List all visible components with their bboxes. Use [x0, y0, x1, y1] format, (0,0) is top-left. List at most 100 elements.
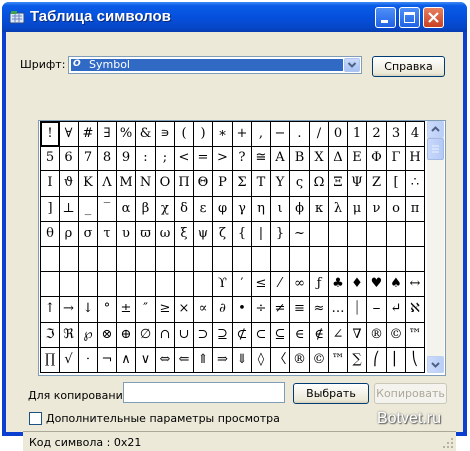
- symbol-cell[interactable]: ⇐: [175, 348, 194, 373]
- symbol-cell[interactable]: 5: [40, 146, 60, 171]
- symbol-cell[interactable]: ≡: [290, 297, 310, 323]
- symbol-cell[interactable]: [194, 272, 213, 297]
- symbol-cell[interactable]: ⊄: [233, 323, 252, 348]
- symbol-cell[interactable]: ↑: [40, 297, 60, 323]
- symbol-cell[interactable]: ∪: [175, 323, 194, 348]
- symbol-cell[interactable]: ≠: [271, 297, 290, 323]
- symbol-cell[interactable]: 〈: [271, 348, 290, 373]
- symbol-cell[interactable]: Ν: [136, 171, 156, 197]
- symbol-cell[interactable]: ⇑: [194, 348, 213, 373]
- symbol-cell[interactable]: ;: [156, 146, 175, 171]
- symbol-cell[interactable]: [40, 272, 60, 297]
- symbol-cell[interactable]: ′: [233, 272, 252, 297]
- symbol-cell[interactable]: ©: [310, 348, 329, 373]
- symbol-cell[interactable]: ↓: [79, 297, 98, 323]
- symbol-cell[interactable]: [367, 222, 387, 247]
- symbol-cell[interactable]: %: [117, 121, 136, 147]
- symbol-cell[interactable]: ⇔: [156, 348, 175, 373]
- symbol-cell[interactable]: ∗: [213, 121, 233, 147]
- symbol-cell[interactable]: [367, 247, 387, 272]
- symbol-cell[interactable]: ∇: [348, 323, 367, 348]
- symbol-cell[interactable]: ∍: [156, 121, 175, 147]
- symbol-cell[interactable]: Α: [271, 146, 290, 171]
- symbol-cell[interactable]: [98, 247, 117, 272]
- close-button[interactable]: [423, 7, 444, 28]
- symbol-cell[interactable]: [: [387, 171, 406, 197]
- symbol-cell[interactable]: &: [136, 121, 156, 147]
- symbol-cell[interactable]: λ: [329, 197, 348, 222]
- symbol-cell[interactable]: φ: [213, 197, 233, 222]
- symbol-cell[interactable]: χ: [156, 197, 175, 222]
- symbol-cell[interactable]: Ε: [348, 146, 367, 171]
- symbol-cell[interactable]: ,: [252, 121, 271, 147]
- symbol-cell[interactable]: θ: [40, 222, 60, 247]
- symbol-cell[interactable]: +: [233, 121, 252, 147]
- symbol-cell[interactable]: ∧: [117, 348, 136, 373]
- symbol-cell[interactable]: ″: [136, 297, 156, 323]
- symbol-cell[interactable]: ⎝: [406, 348, 425, 373]
- symbol-cell[interactable]: 3: [387, 121, 406, 147]
- resize-grip-icon[interactable]: [442, 437, 454, 449]
- symbol-cell[interactable]: [117, 247, 136, 272]
- symbol-cell[interactable]: ϑ: [59, 171, 79, 197]
- symbol-cell[interactable]: [310, 222, 329, 247]
- symbol-cell[interactable]: ↵: [387, 297, 406, 323]
- symbol-cell[interactable]: _: [79, 197, 98, 222]
- symbol-cell[interactable]: !: [40, 121, 60, 147]
- symbol-cell[interactable]: •: [233, 297, 252, 323]
- scroll-down-button[interactable]: [427, 356, 444, 373]
- symbol-cell[interactable]: [271, 247, 290, 272]
- symbol-cell[interactable]: [59, 247, 79, 272]
- symbol-cell[interactable]: …: [329, 297, 348, 323]
- symbol-cell[interactable]: |: [252, 222, 271, 247]
- symbol-cell[interactable]: [136, 247, 156, 272]
- symbol-cell[interactable]: ∨: [136, 348, 156, 373]
- symbol-cell[interactable]: ν: [367, 197, 387, 222]
- symbol-cell[interactable]: Κ: [79, 171, 98, 197]
- symbol-cell[interactable]: [233, 247, 252, 272]
- symbol-cell[interactable]: {: [233, 222, 252, 247]
- symbol-cell[interactable]: [194, 247, 213, 272]
- symbol-cell[interactable]: ∈: [290, 323, 310, 348]
- symbol-cell[interactable]: ⋅: [79, 348, 98, 373]
- symbol-cell[interactable]: ≅: [252, 146, 271, 171]
- symbol-cell[interactable]: Φ: [367, 146, 387, 171]
- symbol-cell[interactable]: Π: [175, 171, 194, 197]
- symbol-cell[interactable]: ∉: [310, 323, 329, 348]
- symbol-cell[interactable]: 6: [59, 146, 79, 171]
- symbol-cell[interactable]: π: [406, 197, 425, 222]
- symbol-cell[interactable]: ⎜: [387, 348, 406, 373]
- symbol-cell[interactable]: 7: [79, 146, 98, 171]
- symbol-cell[interactable]: Ψ: [348, 171, 367, 197]
- symbol-cell[interactable]: [175, 272, 194, 297]
- symbol-cell[interactable]: ζ: [213, 222, 233, 247]
- copy-input[interactable]: [123, 382, 285, 403]
- symbol-cell[interactable]: 2: [367, 121, 387, 147]
- symbol-cell[interactable]: [406, 222, 425, 247]
- symbol-cell[interactable]: √: [59, 348, 79, 373]
- symbol-cell[interactable]: ξ: [175, 222, 194, 247]
- symbol-cell[interactable]: 4: [406, 121, 425, 147]
- symbol-cell[interactable]: [40, 247, 60, 272]
- symbol-cell[interactable]: [387, 222, 406, 247]
- symbol-cell[interactable]: [406, 247, 425, 272]
- symbol-cell[interactable]: ℘: [79, 323, 98, 348]
- symbol-cell[interactable]: Ι: [40, 171, 60, 197]
- font-dropdown-button[interactable]: [344, 58, 360, 72]
- symbol-cell[interactable]: ρ: [59, 222, 79, 247]
- symbol-cell[interactable]: ∑: [348, 348, 367, 373]
- symbol-cell[interactable]: [156, 247, 175, 272]
- symbol-cell[interactable]: η: [252, 197, 271, 222]
- symbol-cell[interactable]: ⊃: [194, 323, 213, 348]
- symbol-cell[interactable]: ⇒: [213, 348, 233, 373]
- symbol-cell[interactable]: Μ: [117, 171, 136, 197]
- symbol-cell[interactable]: ∞: [290, 272, 310, 297]
- symbol-cell[interactable]: ¬: [98, 348, 117, 373]
- symbol-cell[interactable]: =: [194, 146, 213, 171]
- symbol-cell[interactable]: [175, 247, 194, 272]
- symbol-cell[interactable]: ϕ: [290, 197, 310, 222]
- symbol-cell[interactable]: ⎯: [367, 297, 387, 323]
- scroll-up-button[interactable]: [427, 121, 444, 138]
- symbol-cell[interactable]: [387, 247, 406, 272]
- symbol-cell[interactable]: Γ: [387, 146, 406, 171]
